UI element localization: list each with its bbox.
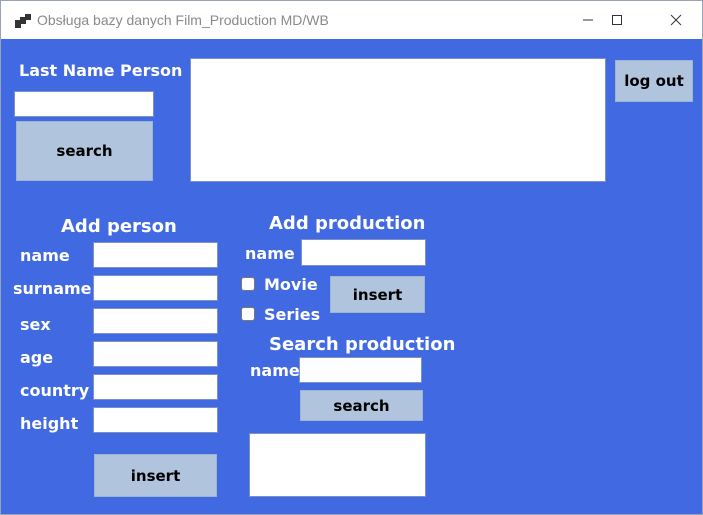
series-checkbox[interactable] [241, 307, 255, 321]
search-production-name-label: name [250, 361, 300, 380]
person-age-label: age [20, 348, 54, 367]
minimize-icon [583, 19, 593, 21]
search-production-button[interactable]: search [300, 390, 423, 421]
add-person-title: Add person [61, 216, 177, 237]
maximize-button[interactable] [594, 1, 640, 39]
app-icon [15, 13, 31, 28]
last-name-input[interactable] [14, 91, 154, 117]
search-production-title: Search production [269, 334, 456, 355]
person-name-input[interactable] [93, 242, 218, 268]
app-window: Obsługa bazy danych Film_Production MD/W… [0, 0, 703, 515]
person-height-input[interactable] [93, 407, 218, 433]
person-surname-label: surname [13, 279, 92, 298]
last-name-person-label: Last Name Person [19, 61, 183, 80]
person-results-box[interactable] [190, 58, 606, 182]
person-sex-label: sex [20, 315, 51, 334]
client-area: Last Name Person search log out Add pers… [1, 39, 702, 514]
movie-label: Movie [264, 275, 318, 294]
window-title: Obsługa bazy danych Film_Production MD/W… [37, 12, 329, 28]
person-surname-input[interactable] [93, 275, 218, 301]
person-country-input[interactable] [93, 374, 218, 400]
close-icon [670, 14, 682, 26]
close-button[interactable] [653, 1, 699, 39]
movie-checkbox[interactable] [241, 277, 255, 291]
person-sex-input[interactable] [93, 308, 218, 334]
logout-button[interactable]: log out [615, 60, 693, 102]
person-country-label: country [20, 381, 90, 400]
insert-person-button[interactable]: insert [94, 454, 217, 497]
person-age-input[interactable] [93, 341, 218, 367]
search-person-button[interactable]: search [16, 121, 153, 181]
production-results-box[interactable] [249, 433, 426, 497]
series-label: Series [264, 305, 321, 324]
production-name-input[interactable] [301, 239, 426, 266]
add-production-title: Add production [269, 213, 426, 234]
title-bar[interactable]: Obsługa bazy danych Film_Production MD/W… [1, 1, 702, 39]
person-name-label: name [20, 246, 70, 265]
insert-production-button[interactable]: insert [330, 276, 425, 313]
person-height-label: height [20, 414, 79, 433]
production-name-label: name [245, 244, 295, 263]
search-production-name-input[interactable] [299, 357, 422, 383]
maximize-icon [612, 15, 622, 25]
